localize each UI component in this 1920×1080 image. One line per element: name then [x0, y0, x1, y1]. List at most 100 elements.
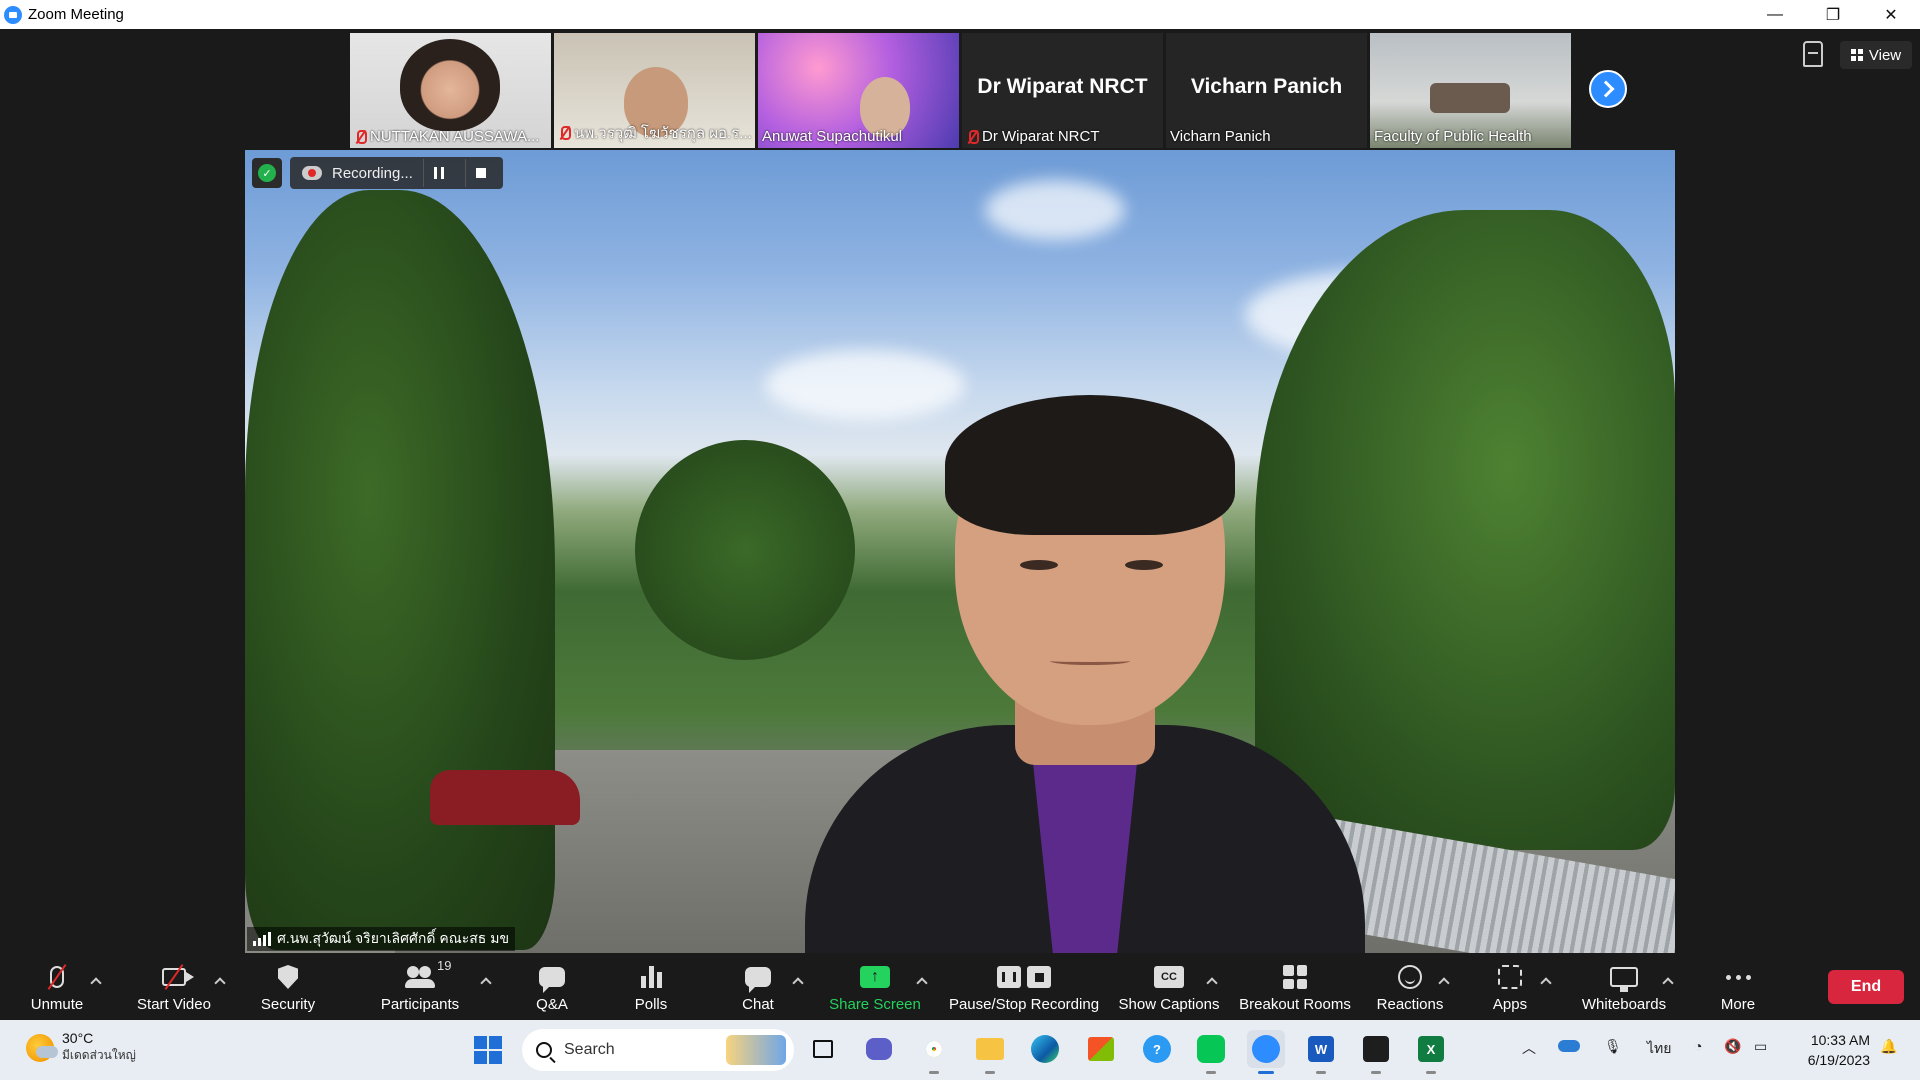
participant-name-label: นพ.วรวุฒิ โฆวัชรกุล ผอ.ร...	[558, 121, 752, 145]
participant-tile[interactable]: นพ.วรวุฒิ โฆวัชรกุล ผอ.ร...	[554, 33, 755, 148]
start-video-button[interactable]: Start Video	[130, 955, 218, 1020]
microsoft-store-icon[interactable]	[1082, 1030, 1120, 1068]
participant-tile[interactable]: NUTTAKAN AUSSAWA...	[350, 33, 551, 148]
participants-options-chevron-icon[interactable]	[480, 977, 492, 989]
muted-mic-icon	[354, 129, 367, 145]
excel-icon[interactable]: X	[1412, 1030, 1450, 1074]
pause-stop-recording-button[interactable]: Pause/Stop Recording	[946, 955, 1102, 1020]
restore-button[interactable]: ❐	[1804, 0, 1862, 29]
start-video-label: Start Video	[137, 996, 211, 1013]
end-meeting-button[interactable]: End	[1828, 970, 1904, 1004]
polls-button[interactable]: Polls	[628, 955, 674, 1020]
recording-bar: ✓ Recording...	[252, 157, 503, 189]
wifi-icon[interactable]: ◔	[1694, 1038, 1702, 1054]
cloud-recording-icon	[302, 166, 322, 180]
system-clock[interactable]: 10:33 AM 6/19/2023	[1790, 1030, 1870, 1070]
windows-taskbar: 30°C มีเดดส่วนใหญ่ Search ? W X ︿ 🎙 ไทย …	[0, 1020, 1920, 1080]
security-label: Security	[260, 996, 316, 1013]
window-title: Zoom Meeting	[28, 6, 124, 23]
qa-button[interactable]: Q&A	[530, 955, 574, 1020]
help-icon[interactable]: ?	[1138, 1030, 1176, 1068]
participants-label: Participants	[380, 996, 460, 1013]
volume-muted-icon[interactable]: 🔇	[1724, 1038, 1741, 1055]
notifications-bell-icon[interactable]: 🔔	[1880, 1038, 1897, 1055]
apps-button[interactable]: Apps	[1490, 955, 1530, 1020]
participants-button[interactable]: 19 Participants	[376, 955, 464, 1020]
show-hidden-icons-chevron-icon[interactable]: ︿	[1522, 1038, 1536, 1058]
teams-chat-icon[interactable]	[860, 1030, 898, 1068]
word-icon[interactable]: W	[1302, 1030, 1340, 1074]
chat-options-chevron-icon[interactable]	[792, 977, 804, 989]
chrome-icon[interactable]	[915, 1030, 953, 1074]
reactions-button[interactable]: Reactions	[1374, 955, 1446, 1020]
share-screen-label: Share Screen	[829, 996, 921, 1013]
close-button[interactable]: ✕	[1862, 0, 1920, 29]
speaker-person	[805, 395, 1365, 953]
participant-tile[interactable]: Vicharn Panich Vicharn Panich	[1166, 33, 1367, 148]
windows-start-icon[interactable]	[474, 1036, 502, 1064]
participant-tile[interactable]: Faculty of Public Health	[1370, 33, 1571, 148]
security-button[interactable]: Security	[255, 955, 321, 1020]
encryption-shield-icon[interactable]: ✓	[252, 158, 282, 188]
participant-tile[interactable]: Anuwat Supachutikul	[758, 33, 959, 148]
polls-icon	[640, 966, 662, 988]
apps-icon	[1498, 965, 1522, 989]
battery-icon[interactable]: ▭	[1754, 1038, 1767, 1055]
line-app-icon[interactable]	[1192, 1030, 1230, 1074]
participant-name-label: Anuwat Supachutikul	[762, 128, 902, 145]
speaker-name-label: ศ.นพ.สุวัฒน์ จริยาเลิศศักดิ์ คณะสธ มข	[247, 927, 516, 951]
share-screen-button[interactable]: ↑ Share Screen	[828, 955, 922, 1020]
file-explorer-icon[interactable]	[971, 1030, 1009, 1074]
input-language-indicator[interactable]: ไทย	[1647, 1038, 1671, 1060]
zoom-app-icon	[4, 5, 22, 24]
breakout-rooms-label: Breakout Rooms	[1239, 996, 1351, 1013]
apps-options-chevron-icon[interactable]	[1540, 977, 1552, 989]
immersive-view-icon[interactable]	[1803, 41, 1823, 67]
zoom-taskbar-icon[interactable]	[1247, 1030, 1285, 1074]
taskbar-search[interactable]: Search	[522, 1029, 794, 1071]
participant-count: 19	[437, 958, 452, 973]
view-button[interactable]: View	[1840, 41, 1912, 69]
recording-label: Recording...	[332, 164, 413, 182]
apps-label: Apps	[1492, 996, 1528, 1013]
participant-video	[1430, 83, 1510, 113]
participant-name: Vicharn Panich	[1170, 128, 1271, 145]
whiteboards-button[interactable]: Whiteboards	[1578, 955, 1670, 1020]
chat-label: Chat	[742, 996, 774, 1013]
participant-name-label: NUTTAKAN AUSSAWA...	[354, 128, 539, 145]
chat-button[interactable]: Chat	[738, 955, 778, 1020]
clock-time: 10:33 AM	[1810, 1032, 1870, 1048]
participant-tile[interactable]: Dr Wiparat NRCT Dr Wiparat NRCT	[962, 33, 1163, 148]
speaker-eye	[1020, 560, 1058, 570]
onedrive-icon[interactable]	[1558, 1040, 1580, 1052]
more-button[interactable]: More	[1716, 955, 1760, 1020]
gallery-strip: NUTTAKAN AUSSAWA... นพ.วรวุฒิ โฆวัชรกุล …	[350, 33, 1571, 148]
weather-widget[interactable]: 30°C มีเดดส่วนใหญ่	[26, 1030, 136, 1065]
next-page-arrow-icon[interactable]	[1589, 70, 1627, 108]
acrobat-icon[interactable]	[1357, 1030, 1395, 1074]
minimize-button[interactable]: —	[1746, 0, 1804, 29]
audio-options-chevron-icon[interactable]	[90, 977, 102, 989]
participant-name: Dr Wiparat NRCT	[982, 128, 1100, 145]
chat-icon	[745, 967, 771, 993]
clock-date: 6/19/2023	[1807, 1052, 1870, 1068]
pause-stop-recording-icon	[997, 966, 1051, 988]
active-speaker-video: ✓ Recording... ศ.นพ.สุวัฒน์ จริยาเลิศศัก…	[245, 150, 1675, 953]
muted-mic-icon	[558, 125, 571, 141]
stop-recording-button[interactable]	[464, 159, 497, 187]
breakout-rooms-icon	[1283, 965, 1307, 989]
whiteboard-icon	[1610, 967, 1638, 992]
qa-label: Q&A	[536, 996, 568, 1013]
microphone-tray-icon[interactable]: 🎙	[1604, 1038, 1622, 1055]
pause-icon	[434, 167, 445, 179]
task-view-icon[interactable]	[804, 1030, 842, 1068]
edge-icon[interactable]	[1026, 1030, 1064, 1068]
car	[430, 770, 580, 825]
pause-recording-button[interactable]	[422, 159, 455, 187]
pause-stop-recording-label: Pause/Stop Recording	[948, 996, 1100, 1013]
breakout-rooms-button[interactable]: Breakout Rooms	[1238, 955, 1352, 1020]
whiteboards-label: Whiteboards	[1581, 996, 1667, 1013]
show-captions-label: Show Captions	[1118, 996, 1220, 1013]
unmute-button[interactable]: Unmute	[24, 955, 90, 1020]
show-captions-button[interactable]: CC Show Captions	[1118, 955, 1220, 1020]
